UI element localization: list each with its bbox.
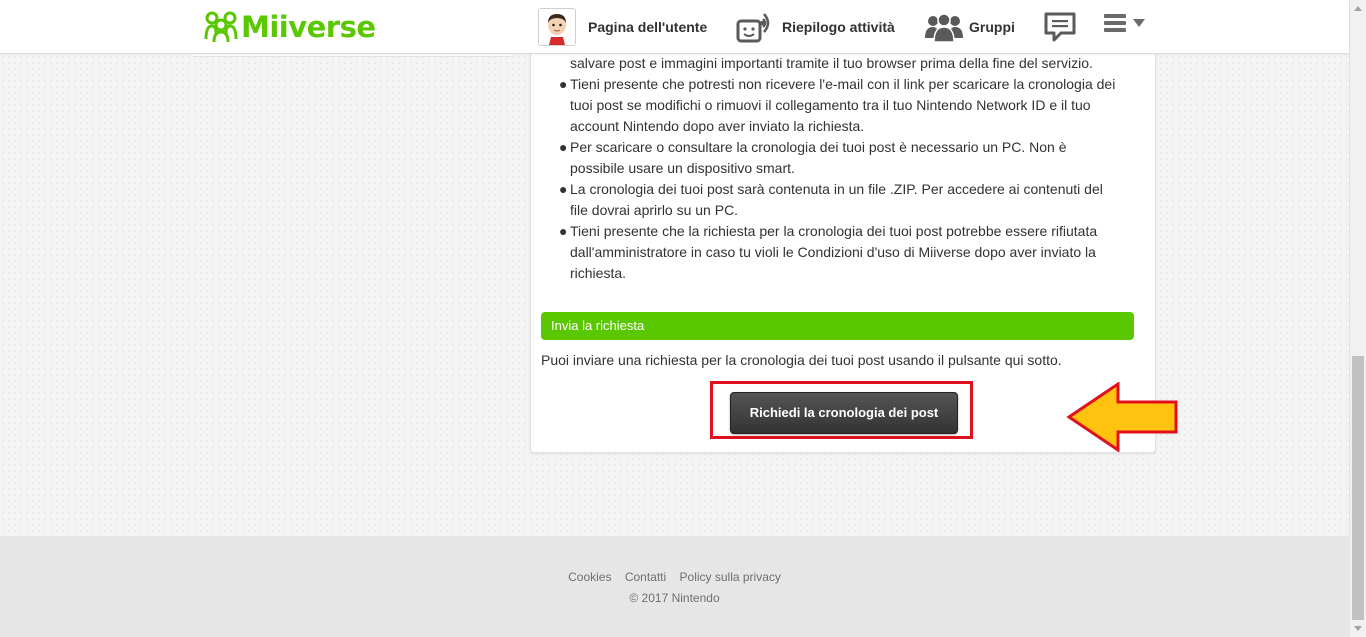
page-scrollbar[interactable] bbox=[1349, 0, 1366, 637]
main-menu-button[interactable] bbox=[1104, 14, 1145, 32]
nav-activity-label: Riepilogo attività bbox=[782, 18, 895, 35]
nav-groups-label: Gruppi bbox=[969, 18, 1015, 35]
nav-user-page-label: Pagina dell'utente bbox=[588, 18, 708, 35]
nav-user-page[interactable]: Pagina dell'utente bbox=[538, 0, 707, 53]
nav-messages[interactable] bbox=[1043, 0, 1077, 53]
list-item: ● Tieni presente che la richiesta per la … bbox=[559, 223, 1098, 281]
nav-groups[interactable]: Gruppi bbox=[925, 0, 1015, 53]
list-item: ● La cronologia dei tuoi post sarà conten… bbox=[559, 181, 1103, 218]
footer-links: Cookies Contatti Policy sulla privacy bbox=[0, 570, 1349, 584]
copyright-text: © 2017 Nintendo bbox=[629, 591, 720, 605]
nav-activity[interactable]: Riepilogo attività bbox=[736, 0, 895, 53]
top-header: Miiverse Pagina dell'utente Riepilogo at… bbox=[0, 0, 1349, 54]
page-footer: Cookies Contatti Policy sulla privacy © … bbox=[0, 536, 1349, 637]
chevron-down-icon bbox=[1133, 19, 1145, 27]
scrollbar-thumb[interactable] bbox=[1352, 356, 1364, 620]
groups-icon bbox=[925, 12, 963, 42]
arrow-left-icon bbox=[1066, 382, 1178, 452]
footer-link-privacy[interactable]: Policy sulla privacy bbox=[680, 570, 781, 584]
logo-text: Miiverse bbox=[241, 10, 376, 44]
activity-feed-icon bbox=[736, 12, 770, 42]
messages-icon bbox=[1044, 12, 1076, 41]
list-item: ● Per scaricare o consultare la cronologi… bbox=[559, 139, 1067, 176]
footer-link-cookies[interactable]: Cookies bbox=[568, 570, 611, 584]
footer-link-contacts[interactable]: Contatti bbox=[625, 570, 666, 584]
notice-list: salvare post e immagini importanti trami… bbox=[559, 53, 1119, 284]
highlight-box bbox=[710, 381, 973, 439]
menu-icon bbox=[1104, 14, 1126, 32]
mii-avatar-icon bbox=[538, 7, 576, 46]
list-item: salvare post e immagini importanti trami… bbox=[570, 55, 1093, 71]
section-description: Puoi inviare una richiesta per la cronol… bbox=[541, 352, 1062, 368]
miiverse-logo[interactable]: Miiverse bbox=[204, 10, 376, 44]
section-title: Invia la richiesta bbox=[541, 312, 1134, 340]
scroll-up-icon[interactable] bbox=[1354, 6, 1362, 11]
miiverse-logo-icon bbox=[204, 11, 238, 43]
list-item: ● Tieni presente che potresti non ricever… bbox=[559, 76, 1116, 134]
scroll-down-icon[interactable] bbox=[1354, 626, 1362, 631]
